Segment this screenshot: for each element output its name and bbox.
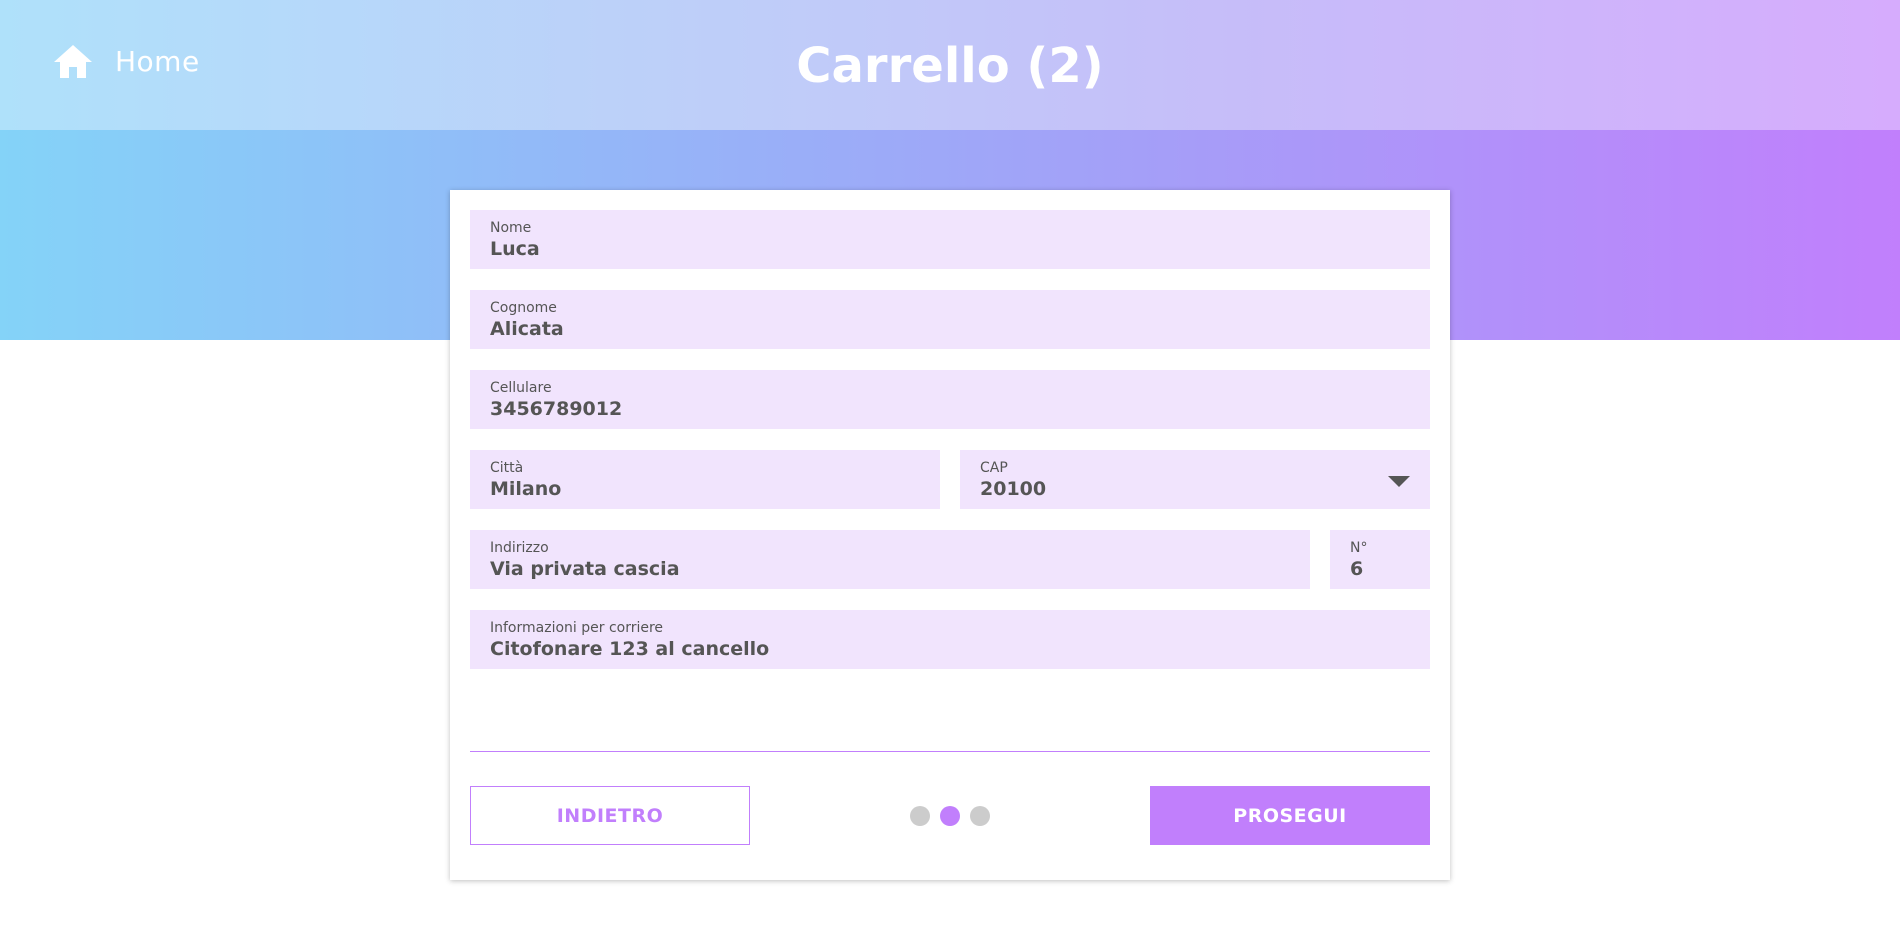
cognome-field[interactable]: Cognome Alicata — [470, 290, 1430, 349]
cellulare-label: Cellulare — [490, 380, 552, 396]
divider — [470, 751, 1430, 752]
cellulare-value: 3456789012 — [490, 398, 623, 420]
chevron-down-icon[interactable] — [1388, 476, 1410, 487]
cap-value: 20100 — [980, 478, 1047, 500]
cognome-label: Cognome — [490, 300, 557, 316]
cap-label: CAP — [980, 460, 1008, 476]
informazioni-label: Informazioni per corriere — [490, 620, 664, 636]
numero-label: N° — [1350, 540, 1368, 556]
next-button[interactable]: PROSEGUI — [1150, 786, 1430, 845]
indirizzo-label: Indirizzo — [490, 540, 549, 556]
citta-value: Milano — [490, 478, 562, 500]
step-dot-2[interactable] — [940, 806, 960, 826]
page-title: Carrello (2) — [796, 38, 1104, 94]
numero-field[interactable]: N° 6 — [1330, 530, 1430, 589]
nome-label: Nome — [490, 220, 532, 236]
back-button[interactable]: INDIETRO — [470, 786, 750, 845]
informazioni-field[interactable]: Informazioni per corriere Citofonare 123… — [470, 610, 1430, 669]
citta-label: Città — [490, 460, 524, 476]
step-dot-3[interactable] — [970, 806, 990, 826]
cognome-value: Alicata — [490, 318, 564, 340]
step-indicator — [910, 806, 990, 826]
citta-field[interactable]: Città Milano — [470, 450, 940, 509]
indirizzo-value: Via privata cascia — [490, 558, 680, 580]
numero-value: 6 — [1350, 558, 1364, 580]
informazioni-value: Citofonare 123 al cancello — [490, 638, 770, 660]
cellulare-field[interactable]: Cellulare 3456789012 — [470, 370, 1430, 429]
indirizzo-field[interactable]: Indirizzo Via privata cascia — [470, 530, 1310, 589]
nome-field[interactable]: Nome Luca — [470, 210, 1430, 269]
checkout-card: Nome Luca Cognome Alicata Cellulare 3456… — [450, 190, 1450, 880]
step-dot-1[interactable] — [910, 806, 930, 826]
cap-select[interactable]: CAP 20100 — [960, 450, 1430, 509]
nome-value: Luca — [490, 238, 540, 260]
